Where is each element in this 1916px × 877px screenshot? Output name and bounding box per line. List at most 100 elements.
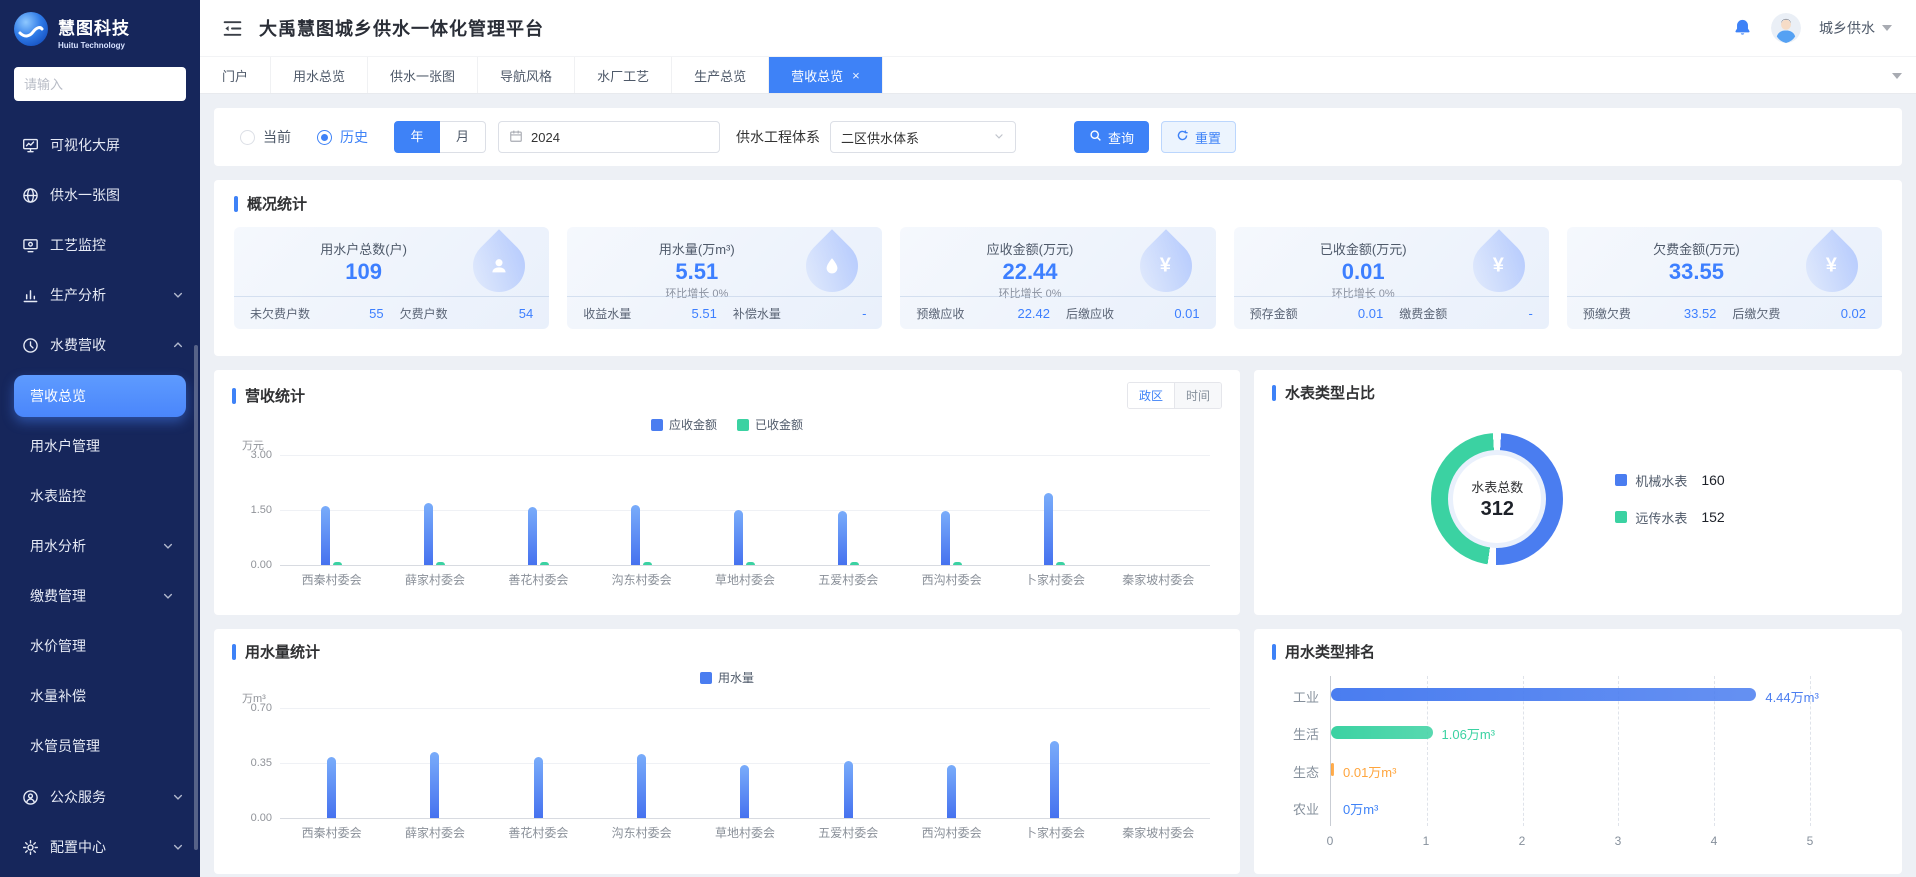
x-category-label: 草地村委会 xyxy=(693,824,796,841)
sidebar-subitem-water-user-mgmt[interactable]: 用水户管理 xyxy=(14,425,186,467)
ranking-plot: 工业4.44万m³生活1.06万m³生态0.01万m³农业0万m³ xyxy=(1330,676,1810,826)
sidebar-item-public-service[interactable]: 公众服务 xyxy=(0,777,200,817)
sidebar-item-label: 生产分析 xyxy=(50,285,106,305)
sidebar-item-label: 公众服务 xyxy=(50,787,106,807)
sidebar-subitem-meter-monitor[interactable]: 水表监控 xyxy=(14,475,186,517)
stat-sub-items: 未欠费户数55欠费户数54 xyxy=(234,296,549,329)
meter-type-card: 水表类型占比 水表总数 312 机械水表160远传水表152 xyxy=(1254,370,1902,615)
x-category-label: 薛家村委会 xyxy=(383,571,486,588)
sidebar-subitem-payment-mgmt[interactable]: 缴费管理 xyxy=(14,575,186,617)
bars-area xyxy=(280,708,1210,818)
tab-7[interactable]: 营收总览× xyxy=(769,57,883,93)
menu-fold-icon[interactable] xyxy=(222,18,243,39)
y-tick-label: 0.00 xyxy=(251,559,272,571)
sidebar-menu: 可视化大屏供水一张图工艺监控生产分析水费营收营收总览用水户管理水表监控用水分析缴… xyxy=(0,105,200,867)
tab-2[interactable]: 用水总览 xyxy=(271,57,368,93)
radio-label: 当前 xyxy=(263,127,291,147)
stat-sub-label: 收益水量 xyxy=(583,305,631,322)
legend-swatch xyxy=(737,419,749,431)
sidebar-subitem-price-mgmt[interactable]: 水价管理 xyxy=(14,625,186,667)
gridline xyxy=(280,818,1210,819)
title-accent-bar xyxy=(232,388,236,404)
radio-history[interactable]: 历史 xyxy=(317,127,368,147)
sidebar-subitem-label: 缴费管理 xyxy=(30,586,86,606)
stat-sub-value: 5.51 xyxy=(692,306,717,321)
query-button[interactable]: 查询 xyxy=(1074,121,1149,153)
sidebar-item-visual-screen[interactable]: 可视化大屏 xyxy=(0,125,200,165)
stat-sub-label: 后缴欠费 xyxy=(1732,305,1780,322)
ranking-chart-card: 用水类型排名 工业4.44万m³生活1.06万m³生态0.01万m³农业0万m³… xyxy=(1254,629,1902,874)
sidebar-subitem-label: 水量补偿 xyxy=(30,686,86,706)
stat-sub-label: 未欠费户数 xyxy=(250,305,310,322)
radio-current[interactable]: 当前 xyxy=(240,127,291,147)
sidebar-subitem-revenue-overview[interactable]: 营收总览 xyxy=(14,375,186,417)
notification-bell-icon[interactable] xyxy=(1732,18,1753,39)
legend-label: 机械水表 xyxy=(1635,471,1687,490)
sidebar-scrollbar[interactable] xyxy=(194,345,198,850)
primary-bar xyxy=(734,510,743,565)
stat-sub-label: 缴费金额 xyxy=(1399,305,1447,322)
stat-sub-item: 后缴应收0.01 xyxy=(1062,305,1204,322)
title-accent-bar xyxy=(234,196,238,212)
x-category-label: 五爱村委会 xyxy=(797,571,900,588)
radio-dot-icon xyxy=(317,130,332,145)
ranking-x-axis: 012345 xyxy=(1330,832,1810,852)
usage-chart-title: 用水量统计 xyxy=(245,641,320,662)
sidebar-subitem-volume-compensation[interactable]: 水量补偿 xyxy=(14,675,186,717)
sidebar-item-process-monitor[interactable]: 工艺监控 xyxy=(0,225,200,265)
tab-6[interactable]: 生产总览 xyxy=(672,57,769,93)
tab-5[interactable]: 水厂工艺 xyxy=(575,57,672,93)
period-year-button[interactable]: 年 xyxy=(394,121,440,153)
toggle-time[interactable]: 时间 xyxy=(1174,383,1221,408)
tab-label: 导航风格 xyxy=(500,66,552,85)
screen-icon xyxy=(22,137,39,154)
primary-bar xyxy=(941,511,950,565)
bar-group xyxy=(900,455,1003,565)
sidebar: 慧图科技 Huitu Technology 可视化大屏供水一张图工艺监控生产分析… xyxy=(0,0,200,877)
x-category-label: 西秦村委会 xyxy=(280,571,383,588)
sidebar-item-fee-revenue[interactable]: 水费营收 xyxy=(0,325,200,365)
stat-sub-value: - xyxy=(862,306,866,321)
refresh-icon xyxy=(1176,129,1189,145)
sidebar-search-input[interactable] xyxy=(14,67,186,101)
year-picker[interactable]: 2024 xyxy=(498,121,720,153)
bar-group xyxy=(487,455,590,565)
year-value: 2024 xyxy=(531,130,560,145)
overview-title: 概况统计 xyxy=(247,193,307,214)
bar-group xyxy=(590,708,693,818)
sidebar-subitem-manager-mgmt[interactable]: 水管员管理 xyxy=(14,725,186,767)
sidebar-item-config-center[interactable]: 配置中心 xyxy=(0,827,200,867)
ranking-bar xyxy=(1331,763,1334,776)
stat-sub-label: 欠费户数 xyxy=(400,305,448,322)
tenant-switcher[interactable]: 城乡供水 xyxy=(1819,18,1892,38)
system-select[interactable]: 二区供水体系 xyxy=(830,121,1016,153)
gridline xyxy=(280,565,1210,566)
primary-bar xyxy=(534,757,543,818)
stat-card-5: 欠费金额(万元)33.55¥预缴欠费33.52后缴欠费0.02 xyxy=(1567,227,1882,329)
user-avatar[interactable] xyxy=(1771,13,1801,43)
toggle-region[interactable]: 政区 xyxy=(1128,383,1174,408)
y-tick-label: 0.35 xyxy=(251,757,272,769)
donut-legend-item: 远传水表152 xyxy=(1615,508,1724,527)
tab-close-icon[interactable]: × xyxy=(852,68,860,83)
sidebar-item-water-map[interactable]: 供水一张图 xyxy=(0,175,200,215)
legend-swatch xyxy=(1615,474,1627,486)
primary-bar xyxy=(424,503,433,565)
primary-bar xyxy=(740,765,749,818)
stat-sub-label: 补偿水量 xyxy=(733,305,781,322)
y-tick-label: 1.50 xyxy=(251,504,272,516)
tab-1[interactable]: 门户 xyxy=(200,57,271,93)
meter-donut-chart: 水表总数 312 xyxy=(1431,433,1563,565)
chevron-down-icon xyxy=(993,130,1005,145)
reset-button[interactable]: 重置 xyxy=(1161,121,1236,153)
period-month-button[interactable]: 月 xyxy=(440,121,486,153)
overview-section: 概况统计 用水户总数(户)109未欠费户数55欠费户数54用水量(万m³)5.5… xyxy=(214,180,1902,356)
stat-sub-item: 预缴欠费33.52 xyxy=(1579,305,1721,322)
secondary-bar xyxy=(643,562,652,565)
sidebar-item-production-analysis[interactable]: 生产分析 xyxy=(0,275,200,315)
sidebar-subitem-usage-analysis[interactable]: 用水分析 xyxy=(14,525,186,567)
tab-4[interactable]: 导航风格 xyxy=(478,57,575,93)
tab-overflow-caret[interactable] xyxy=(1892,73,1902,79)
tab-3[interactable]: 供水一张图 xyxy=(368,57,478,93)
primary-bar xyxy=(838,511,847,565)
